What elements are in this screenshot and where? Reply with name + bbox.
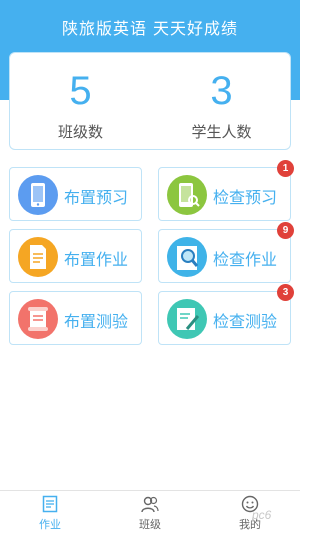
phone-preview-icon [18,175,58,215]
assign-preview-button[interactable]: 布置预习 [9,167,142,221]
tab-homework-label: 作业 [39,518,61,531]
student-count-value: 3 [210,69,233,113]
scroll-icon [18,299,58,339]
class-count-stat[interactable]: 5 班级数 [10,53,151,151]
check-preview-badge: 1 [277,160,294,177]
check-homework-label: 检查作业 [213,250,278,269]
check-homework-button[interactable]: 检查作业 9 [158,222,294,283]
check-quiz-label: 检查测验 [213,312,278,331]
check-preview-button[interactable]: 检查预习 1 [158,160,294,221]
phone-check-icon [167,175,207,215]
tab-class[interactable]: 班级 [100,491,200,533]
check-quiz-button[interactable]: 检查测验 3 [158,284,294,345]
site-watermark: pc6 [252,508,272,522]
tab-class-label: 班级 [139,518,161,531]
student-count-label: 学生人数 [191,123,252,141]
class-count-value: 5 [69,69,92,113]
assign-quiz-label: 布置测验 [64,312,129,331]
check-quiz-badge: 3 [277,284,294,301]
class-count-label: 班级数 [57,123,103,141]
magnifier-icon [167,237,207,277]
assign-quiz-button[interactable]: 布置测验 [9,291,142,345]
check-homework-badge: 9 [277,222,294,239]
assign-preview-label: 布置预习 [64,188,129,207]
document-edit-icon [18,237,58,277]
stats-card: 5 班级数 3 学生人数 [9,52,291,150]
paper-pen-icon [167,299,207,339]
app-title: 陕旅版英语 天天好成绩 [61,19,239,38]
tab-homework[interactable]: 作业 [0,491,100,533]
tab-profile-label: 我的 [239,518,261,531]
student-count-stat[interactable]: 3 学生人数 [151,53,292,151]
homework-list-icon [42,495,58,513]
assign-homework-label: 布置作业 [64,250,129,269]
class-people-icon [141,496,159,513]
assign-homework-button[interactable]: 布置作业 [9,229,142,283]
tab-profile[interactable]: 我的 [200,491,300,533]
check-preview-label: 检查预习 [213,188,278,207]
